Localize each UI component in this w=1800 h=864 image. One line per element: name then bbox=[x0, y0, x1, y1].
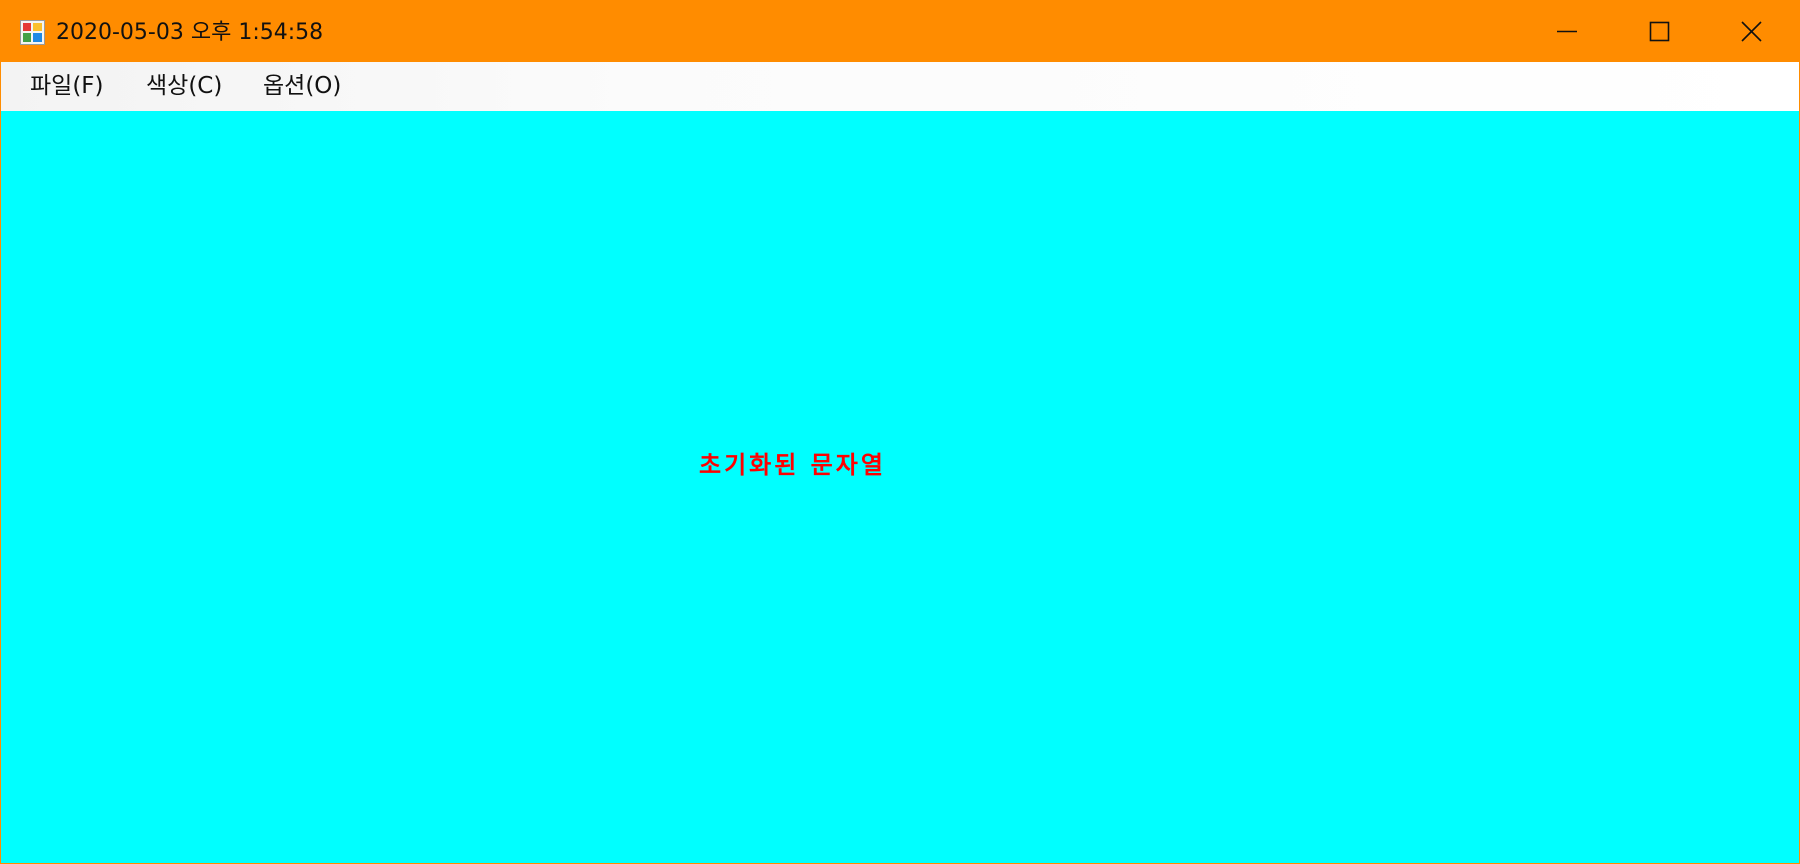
minimize-button[interactable] bbox=[1521, 1, 1612, 62]
menu-color[interactable]: 색상(C) bbox=[138, 62, 230, 111]
menu-bar: 파일(F) 색상(C) 옵션(O) bbox=[1, 62, 1799, 111]
menu-file[interactable]: 파일(F) bbox=[22, 62, 112, 111]
app-window-icon[interactable] bbox=[20, 20, 45, 45]
maximize-button[interactable] bbox=[1613, 1, 1704, 62]
maximize-icon bbox=[1649, 21, 1670, 42]
app-window: 2020-05-03 오후 1:54:58 파일(F) 색상(C) 옵션(O) … bbox=[0, 0, 1800, 864]
client-area[interactable]: 초기화된 문자열 bbox=[1, 111, 1799, 863]
title-bar[interactable]: 2020-05-03 오후 1:54:58 bbox=[1, 1, 1799, 62]
menu-options[interactable]: 옵션(O) bbox=[255, 62, 349, 111]
close-button[interactable] bbox=[1705, 1, 1796, 62]
initialized-string-text: 초기화된 문자열 bbox=[699, 450, 886, 479]
close-icon bbox=[1741, 21, 1762, 42]
window-title: 2020-05-03 오후 1:54:58 bbox=[56, 20, 324, 45]
minimize-icon bbox=[1557, 30, 1577, 33]
